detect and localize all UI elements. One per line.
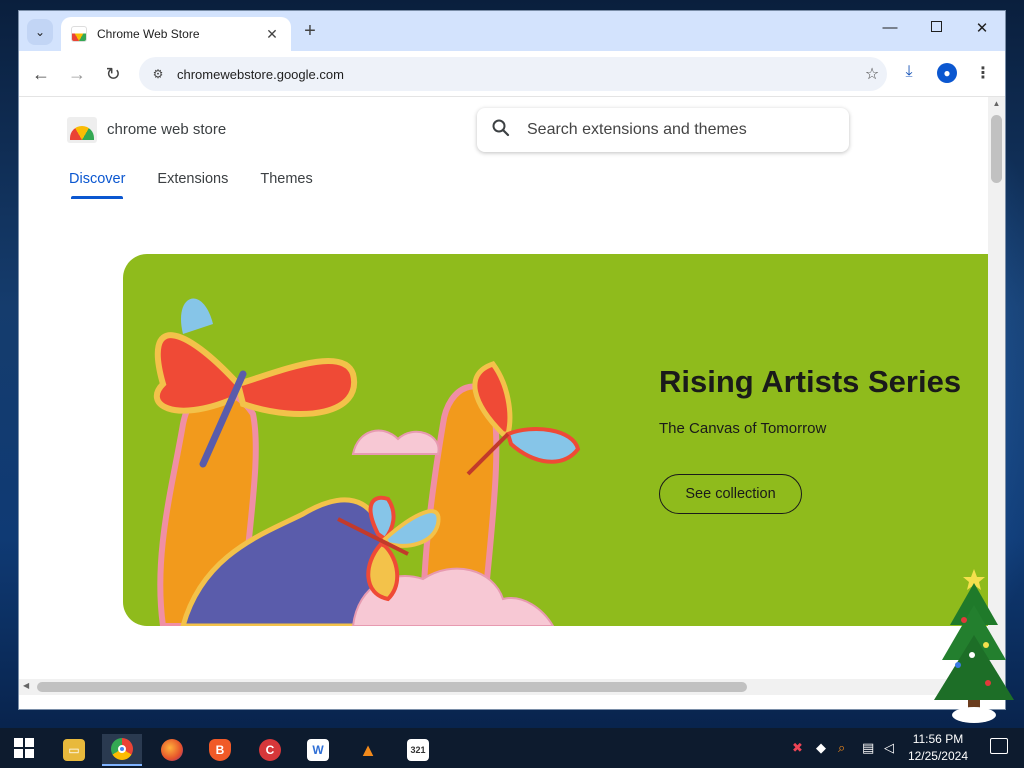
firefox-icon[interactable] [152,734,192,766]
vertical-scroll-thumb[interactable] [991,115,1002,183]
ccleaner-icon[interactable]: C [250,734,290,766]
new-tab-button[interactable]: + [299,21,321,41]
volume-muted-icon[interactable]: ◁ [884,740,894,756]
tab-title: Chrome Web Store [97,27,200,41]
tab-strip: ⌄ Chrome Web Store ✕ + — ✕ [19,11,1005,51]
see-collection-button[interactable]: See collection [659,474,802,514]
browser-toolbar: ← → ↻ ⚙ chromewebstore.google.com ☆ ⤓ ● … [19,51,1005,97]
store-nav-tabs: Discover Extensions Themes [69,171,313,199]
horizontal-scroll-thumb[interactable] [37,682,747,692]
notification-center-icon[interactable] [990,738,1008,754]
browser-window: ⌄ Chrome Web Store ✕ + — ✕ ← → ↻ ⚙ chrom… [18,10,1006,710]
web-page: chrome web store Search extensions and t… [19,97,990,695]
profile-avatar-icon[interactable]: ● [935,63,959,83]
url-text[interactable]: chromewebstore.google.com [177,67,857,82]
close-window-button[interactable]: ✕ [967,19,997,37]
banner-title: Rising Artists Series [659,364,962,399]
droplet-tray-icon[interactable]: ◆ [816,740,826,756]
chrome-taskbar-icon[interactable] [102,734,142,766]
security-tray-icon[interactable]: ✖ [792,740,803,756]
maximize-button[interactable] [921,19,951,36]
address-bar[interactable]: ⚙ chromewebstore.google.com ☆ [139,57,887,91]
chrome-web-store-favicon-icon [71,26,87,42]
tab-discover[interactable]: Discover [69,171,125,199]
site-info-icon[interactable]: ⚙ [149,67,167,81]
featured-banner[interactable]: Rising Artists Series The Canvas of Tomo… [123,254,990,626]
network-icon[interactable]: ▤ [862,740,874,756]
wps-office-icon[interactable]: W [298,734,338,766]
vlc-icon[interactable]: ▲ [348,734,388,766]
calendar-icon[interactable]: 321 [398,734,438,766]
maximize-icon [930,21,942,32]
tab-close-icon[interactable]: ✕ [263,26,281,43]
banner-subtitle: The Canvas of Tomorrow [659,420,827,437]
back-arrow-icon[interactable]: ← [29,63,53,87]
tab-extensions[interactable]: Extensions [157,171,228,199]
tab-themes[interactable]: Themes [260,171,312,199]
system-clock[interactable]: 11:56 PM 12/25/2024 [908,731,968,765]
search-tray-icon[interactable]: ⌕ [838,740,845,756]
bookmark-star-icon[interactable]: ☆ [857,64,887,84]
clock-time: 11:56 PM [912,732,964,746]
menu-kebab-icon[interactable]: ⋮ [971,63,995,83]
chrome-web-store-logo-icon[interactable] [67,117,97,143]
search-placeholder: Search extensions and themes [527,121,747,138]
search-icon [491,118,513,143]
forward-arrow-icon[interactable]: → [65,63,89,87]
windows-start-icon[interactable] [14,738,34,758]
scroll-up-icon[interactable]: ▲ [988,99,1005,108]
brave-icon[interactable]: B [200,734,240,766]
tab-search-icon[interactable]: ⌄ [27,19,53,45]
horizontal-scrollbar[interactable]: ◀ [19,679,990,695]
christmas-tree-decoration [934,569,1014,723]
file-explorer-icon[interactable]: ▭ [54,734,94,766]
butterfly-artwork-image [154,298,581,626]
minimize-button[interactable]: — [875,19,905,36]
scroll-left-icon[interactable]: ◀ [23,681,29,690]
reload-icon[interactable]: ↻ [101,63,125,87]
clock-date: 12/25/2024 [907,749,968,763]
store-name[interactable]: chrome web store [107,121,226,138]
search-input[interactable]: Search extensions and themes [477,108,849,152]
windows-taskbar: ▭ B C W ▲ 321 ✖ ◆ ⌕ ▤ ◁ 11:56 PM 12/25/2… [0,728,1024,768]
download-icon[interactable]: ⤓ [897,63,921,81]
browser-tab[interactable]: Chrome Web Store ✕ [61,17,291,51]
